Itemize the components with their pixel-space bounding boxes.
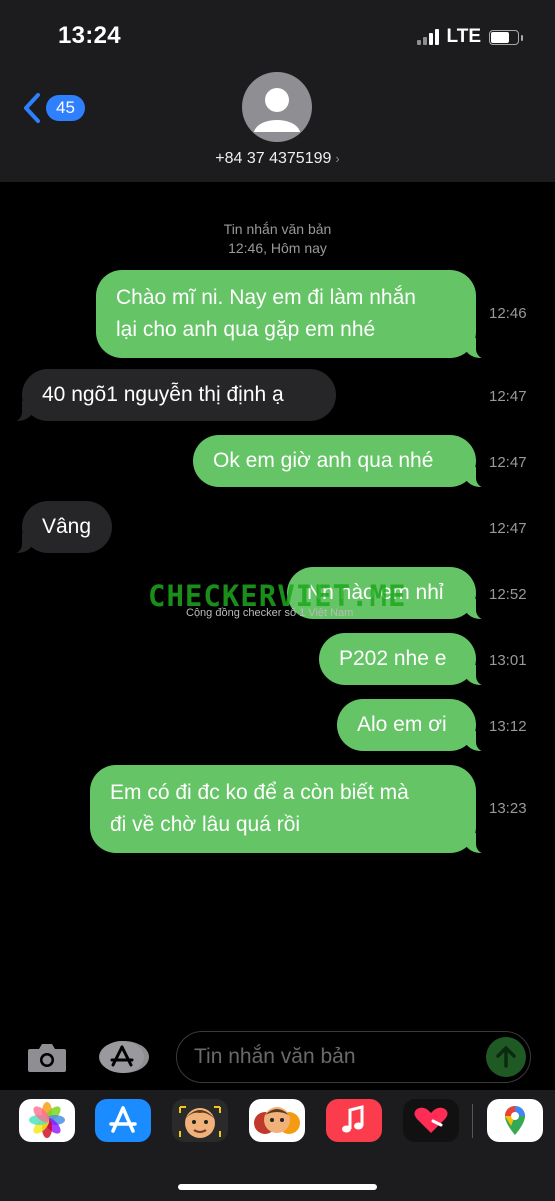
- digital-touch-app-icon[interactable]: [403, 1099, 459, 1142]
- photos-flower-icon: [29, 1102, 65, 1138]
- chevron-right-icon: ›: [335, 151, 340, 166]
- message-bubble-sent[interactable]: P202 nhe e: [319, 633, 490, 686]
- message-bubble-received[interactable]: 40 ngõ1 nguyễn thị định ạ: [8, 369, 336, 422]
- contact-number: +84 37 4375199: [215, 150, 332, 167]
- message-bubble-sent[interactable]: Ok em giờ anh qua nhé: [193, 435, 490, 488]
- message-time: 13:12: [489, 718, 527, 735]
- message-line: Em có đi đc ko để a còn biết mà: [110, 781, 409, 804]
- message-time: 13:01: [489, 652, 527, 669]
- message-time: 12:47: [489, 520, 527, 537]
- message-time: 12:46: [489, 305, 527, 322]
- message-line: 40 ngõ1 nguyễn thị định ạ: [42, 383, 284, 406]
- app-drawer-divider: [472, 1104, 473, 1138]
- battery-icon: [489, 29, 523, 45]
- appstore-app-icon[interactable]: [95, 1099, 151, 1142]
- message-line: Vâng: [42, 515, 92, 538]
- message-line: đi về chờ lâu quá rồi: [110, 813, 301, 836]
- conversation-date: 12:46, Hôm nay: [228, 240, 327, 256]
- message-line: P202 nhe e: [339, 647, 447, 670]
- signal-icon: [416, 29, 439, 45]
- message-time: 12:47: [489, 388, 527, 405]
- memoji-face-icon: [179, 1106, 221, 1138]
- status-time: 13:24: [58, 22, 121, 49]
- camera-icon: [28, 1044, 66, 1072]
- watermark-subtitle: Cộng đồng checker số 1 Việt Nam: [186, 607, 354, 619]
- contact-name[interactable]: +84 37 4375199 ›: [0, 150, 555, 168]
- arrow-up-icon: [496, 1046, 516, 1068]
- photos-app-icon[interactable]: [19, 1099, 75, 1142]
- message-time: 12:52: [489, 586, 527, 603]
- message-line: Alo em ơi: [357, 713, 447, 736]
- message-line: lại cho anh qua gặp em nhé: [116, 318, 376, 341]
- home-indicator[interactable]: [178, 1184, 377, 1190]
- maps-app-icon[interactable]: [487, 1099, 543, 1142]
- message-bubble-received[interactable]: Vâng: [8, 501, 112, 554]
- app-store-icon: [99, 1041, 149, 1073]
- message-bubble-sent[interactable]: Em có đi đc ko để a còn biết mà đi về ch…: [90, 765, 490, 854]
- person-icon: [254, 88, 300, 132]
- app-store-glyph-icon: [109, 1106, 137, 1133]
- music-app-icon[interactable]: [326, 1099, 382, 1142]
- message-bubble-sent[interactable]: Alo em ơi: [337, 699, 490, 752]
- status-indicators: LTE: [416, 26, 523, 48]
- animoji-faces-icon: [254, 1107, 300, 1134]
- send-button[interactable]: [486, 1037, 526, 1077]
- message-time: 13:23: [489, 800, 527, 817]
- apps-button[interactable]: [98, 1040, 150, 1074]
- message-time: 12:47: [489, 454, 527, 471]
- memoji-app-icon[interactable]: [172, 1099, 228, 1142]
- music-note-icon: [342, 1105, 364, 1133]
- message-bubble-sent[interactable]: Chào mĩ ni. Nay em đi làm nhắn lại cho a…: [96, 270, 490, 359]
- contact-avatar[interactable]: [242, 72, 312, 142]
- chevron-left-icon: [24, 93, 40, 123]
- unread-count-badge: 45: [46, 95, 85, 121]
- camera-button[interactable]: [26, 1040, 68, 1074]
- back-button[interactable]: 45: [22, 92, 85, 124]
- heart-icon: [414, 1107, 448, 1133]
- message-line: Chào mĩ ni. Nay em đi làm nhắn: [116, 286, 416, 309]
- message-type-label: Tin nhắn văn bản: [223, 221, 332, 237]
- network-label: LTE: [446, 26, 481, 47]
- animoji-app-icon[interactable]: [249, 1099, 305, 1142]
- map-pin-icon: [505, 1106, 525, 1135]
- message-line: Ok em giờ anh qua nhé: [213, 449, 434, 472]
- message-input-placeholder: Tin nhắn văn bản: [194, 1045, 356, 1068]
